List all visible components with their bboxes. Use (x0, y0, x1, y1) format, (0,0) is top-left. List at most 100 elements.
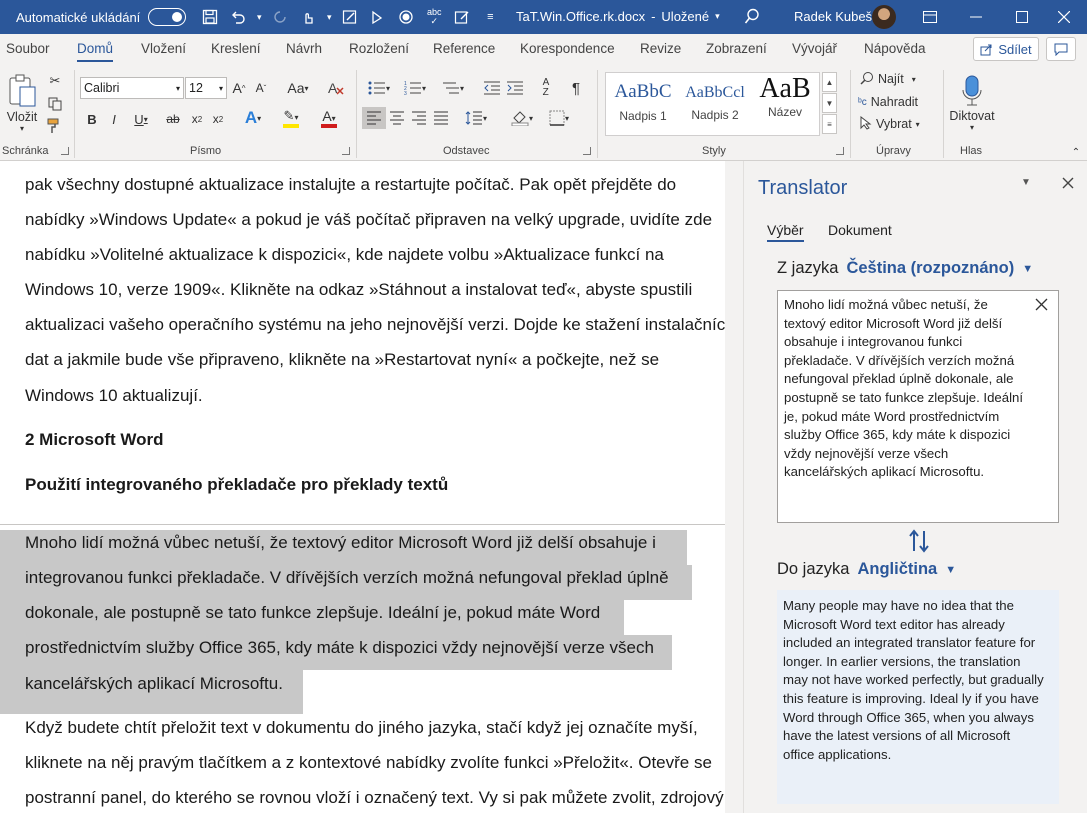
tab-document[interactable]: Dokument (828, 222, 892, 238)
change-case-icon[interactable]: Aa ▾ (283, 77, 313, 99)
shrink-font-icon[interactable]: Aˇ (252, 77, 270, 99)
grow-font-icon[interactable]: A ^ (230, 77, 248, 99)
strikethrough-icon[interactable]: ab (162, 109, 184, 129)
swap-languages-icon[interactable] (908, 529, 930, 559)
styles-scroll-up-icon[interactable]: ▲ (822, 72, 837, 92)
align-center-icon[interactable] (386, 107, 408, 129)
chevron-down-icon[interactable]: ▼ (945, 564, 956, 576)
clear-formatting-icon[interactable]: A (326, 77, 346, 99)
record-icon[interactable] (394, 5, 418, 29)
tab-file[interactable]: Soubor (6, 41, 50, 56)
source-text-box[interactable]: Mnoho lidí možná vůbec netuší, že textov… (777, 290, 1059, 523)
clear-text-icon[interactable] (1035, 298, 1048, 317)
chevron-down-icon[interactable]: ▼ (1022, 263, 1033, 275)
align-left-icon[interactable] (362, 107, 386, 129)
undo-dropdown-icon[interactable]: ▾ (254, 5, 264, 29)
clipboard-launcher-icon[interactable] (61, 147, 69, 155)
document-area[interactable]: pak všechny dostupné aktualizace instalu… (0, 161, 725, 813)
styles-more-icon[interactable]: ≡ (822, 114, 837, 134)
styles-scroll-down-icon[interactable]: ▼ (822, 93, 837, 113)
touch-dropdown-icon[interactable]: ▾ (324, 5, 334, 29)
autosave-control[interactable]: Automatické ukládání (0, 8, 187, 26)
spelling-icon[interactable]: abc ✓ (422, 5, 446, 29)
tab-review[interactable]: Revize (640, 41, 681, 56)
style-heading2[interactable]: AaBbCcl Nadpis 2 (680, 73, 750, 135)
search-icon[interactable] (744, 8, 760, 28)
text-effects-icon[interactable]: A ▾ (236, 107, 270, 129)
styles-launcher-icon[interactable] (836, 147, 844, 155)
dictate-button[interactable]: Diktovat ▾ (948, 70, 996, 136)
to-language-row[interactable]: Do jazyka Angličtina ▼ (777, 560, 956, 579)
redo-icon[interactable] (268, 5, 292, 29)
tab-view[interactable]: Zobrazení (706, 41, 767, 56)
show-formatting-icon[interactable]: ¶ (566, 77, 586, 99)
find-button[interactable]: Najít ▾ (860, 69, 916, 89)
bold-icon[interactable]: B (84, 109, 100, 129)
format-icon[interactable] (450, 5, 474, 29)
edit-doc-icon[interactable] (338, 5, 362, 29)
close-icon[interactable] (1041, 0, 1087, 34)
minimize-icon[interactable] (953, 0, 999, 34)
tab-design[interactable]: Návrh (286, 41, 322, 56)
font-size-combo[interactable]: 12 ▾ (185, 77, 227, 99)
style-title[interactable]: AaB Název (752, 73, 818, 135)
highlight-color-icon[interactable]: ✎▾ (274, 107, 308, 129)
font-color-icon[interactable]: A▾ (312, 107, 346, 129)
superscript-icon[interactable]: x2 (209, 109, 227, 129)
subscript-icon[interactable]: x2 (188, 109, 206, 129)
tab-selection[interactable]: Výběr (767, 222, 804, 242)
autosave-toggle[interactable] (148, 8, 187, 26)
tab-layout[interactable]: Rozložení (349, 41, 409, 56)
style-heading1[interactable]: AaBbC Nadpis 1 (608, 73, 678, 135)
paragraph-launcher-icon[interactable] (583, 147, 591, 155)
tab-developer[interactable]: Vývojář (792, 41, 837, 56)
justify-icon[interactable] (430, 107, 452, 129)
ribbon-display-icon[interactable] (907, 0, 953, 34)
translated-text-box[interactable]: Many people may have no idea that the Mi… (777, 590, 1059, 804)
share-button[interactable]: Sdílet (973, 37, 1039, 61)
copy-icon[interactable] (46, 95, 64, 113)
to-language-value[interactable]: Angličtina (857, 560, 937, 579)
align-right-icon[interactable] (408, 107, 430, 129)
touch-mode-icon[interactable] (296, 5, 320, 29)
replace-button[interactable]: ᵇc Nahradit (858, 92, 918, 112)
sort-icon[interactable]: AZ (536, 77, 556, 99)
avatar[interactable] (872, 5, 896, 29)
line-spacing-icon[interactable]: ▾ (460, 107, 492, 129)
maximize-icon[interactable] (999, 0, 1045, 34)
increase-indent-icon[interactable] (505, 77, 525, 99)
tab-help[interactable]: Nápověda (864, 41, 926, 56)
multilevel-list-icon[interactable]: ▾ (438, 77, 468, 99)
underline-icon[interactable]: U ▾ (128, 109, 154, 129)
pane-options-icon[interactable]: ▼ (1021, 177, 1031, 188)
cut-icon[interactable]: ✂ (46, 72, 64, 90)
tab-draw[interactable]: Kreslení (211, 41, 261, 56)
format-painter-icon[interactable] (46, 117, 64, 135)
save-icon[interactable] (198, 5, 222, 29)
customize-qat-icon[interactable]: ≡ (478, 5, 502, 29)
bullets-icon[interactable]: ▾ (364, 77, 394, 99)
tab-home[interactable]: Domů (77, 41, 114, 62)
decrease-indent-icon[interactable] (482, 77, 502, 99)
from-language-value[interactable]: Čeština (rozpoznáno) (846, 259, 1014, 278)
select-button[interactable]: Vybrat ▾ (860, 114, 920, 134)
numbering-icon[interactable]: 1 2 3 ▾ (400, 77, 430, 99)
tab-mailings[interactable]: Korespondence (520, 41, 615, 56)
italic-icon[interactable]: I (106, 109, 122, 129)
font-name-combo[interactable]: Calibri ▾ (80, 77, 184, 99)
font-launcher-icon[interactable] (342, 147, 350, 155)
undo-icon[interactable] (226, 5, 250, 29)
tab-references[interactable]: Reference (433, 41, 495, 56)
close-pane-icon[interactable] (1062, 176, 1074, 194)
collapse-ribbon-icon[interactable]: ⌃ (1069, 146, 1083, 158)
user-name[interactable]: Radek Kubeš (794, 9, 872, 24)
tab-insert[interactable]: Vložení (141, 41, 186, 56)
draw-icon[interactable] (366, 5, 390, 29)
from-language-row[interactable]: Z jazyka Čeština (rozpoznáno) ▼ (777, 259, 1033, 278)
borders-icon[interactable]: ▾ (542, 107, 576, 129)
doc-line: Windows 10 aktualizují. (25, 386, 203, 405)
paste-button[interactable]: Vložit ▾ (4, 70, 40, 136)
comments-button[interactable] (1046, 37, 1076, 61)
document-title[interactable]: TaT.Win.Office.rk.docx - Uložené ▾ (516, 9, 720, 24)
shading-icon[interactable]: ▾ (506, 107, 538, 129)
